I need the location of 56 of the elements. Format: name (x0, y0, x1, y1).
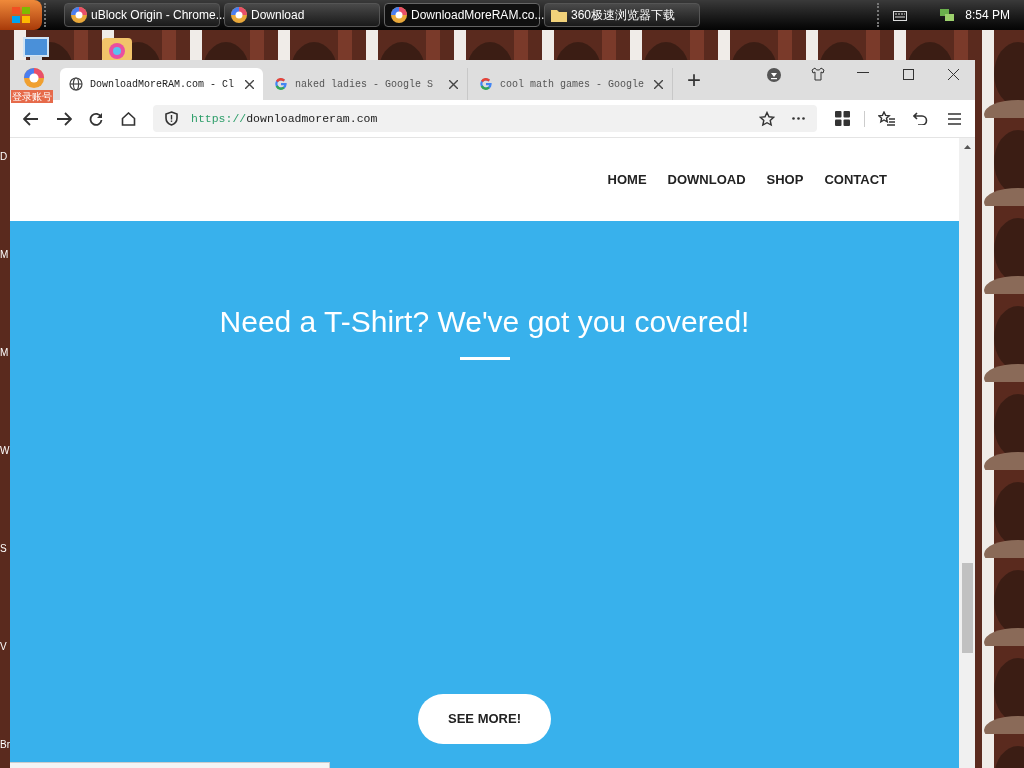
keyboard-icon[interactable] (893, 9, 908, 21)
hero-heading: Need a T-Shirt? We've got you covered! (219, 307, 750, 337)
globe-icon (69, 77, 83, 91)
scrollbar-thumb[interactable] (961, 563, 973, 653)
desktop-icon-label: S (0, 544, 8, 554)
close-tab-icon[interactable] (654, 79, 663, 89)
browser-logo-icon (391, 7, 407, 23)
google-g-icon (479, 77, 493, 91)
reload-icon[interactable] (89, 111, 103, 126)
google-g-icon (274, 77, 288, 91)
address-bar[interactable]: https://downloadmoreram.com (153, 105, 817, 132)
more-icon[interactable] (792, 117, 805, 120)
taskbar-button[interactable]: Download (224, 3, 380, 27)
new-tab-button[interactable]: + (687, 68, 701, 92)
desktop-icon-label: M (0, 348, 10, 358)
colorful-circle-icon[interactable] (23, 67, 45, 89)
app-icon (102, 38, 132, 62)
desktop-icon-label: V (0, 642, 8, 652)
close-icon[interactable] (948, 69, 959, 80)
start-button[interactable] (0, 0, 42, 30)
undo-icon[interactable] (913, 112, 928, 125)
scrollbar[interactable] (959, 138, 975, 768)
browser-logo-icon (231, 7, 247, 23)
forward-icon[interactable] (56, 111, 72, 126)
star-icon[interactable] (759, 110, 775, 127)
see-more-button[interactable]: SEE MORE! (418, 694, 551, 744)
scroll-up-icon[interactable] (963, 145, 971, 149)
desktop-icon-label: Br (0, 740, 10, 750)
nav-link[interactable]: HOME (607, 169, 647, 190)
apps-grid-icon[interactable] (835, 111, 850, 126)
download-icon[interactable] (767, 68, 781, 82)
minimize-icon[interactable] (857, 72, 869, 74)
desktop-icon-label: W (0, 446, 10, 456)
nav-link[interactable]: CONTACT (824, 169, 887, 190)
back-icon[interactable] (23, 111, 39, 126)
folder-icon (551, 8, 567, 22)
network-icon[interactable] (939, 8, 956, 22)
heading-underline (459, 357, 510, 360)
menu-icon[interactable] (948, 112, 961, 125)
windows-logo-icon (12, 7, 30, 23)
browser-logo-icon (71, 7, 87, 23)
shirt-icon[interactable] (811, 67, 825, 81)
browser-tab[interactable]: DownloadMoreRAM.com - Cl (60, 68, 263, 100)
favorites-list-icon[interactable] (878, 111, 895, 126)
maximize-icon[interactable] (903, 69, 914, 80)
taskbar-button[interactable]: 360极速浏览器下载 (544, 3, 700, 27)
url-text: https://downloadmoreram.com (191, 110, 378, 127)
shield-icon (165, 111, 178, 126)
nav-link[interactable]: SHOP (766, 169, 804, 190)
home-icon[interactable] (121, 111, 136, 126)
close-tab-icon[interactable] (449, 79, 458, 89)
desktop-icon-label: D (0, 152, 9, 162)
close-tab-icon[interactable] (245, 79, 254, 89)
desktop-icon-label: M (0, 250, 10, 260)
nav-link[interactable]: DOWNLOAD (667, 169, 746, 190)
clock-time: 8:54 PM (965, 7, 1010, 24)
